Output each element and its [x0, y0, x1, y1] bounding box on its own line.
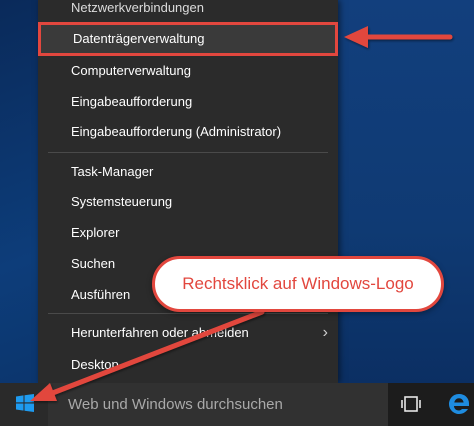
edge-browser-icon	[449, 394, 469, 414]
task-view-icon	[401, 396, 421, 412]
menu-item-label: Herunterfahren oder abmelden	[71, 325, 249, 340]
edge-browser-button[interactable]	[446, 391, 472, 422]
menu-item-desktop[interactable]: Desktop	[38, 350, 338, 380]
menu-item-control-panel[interactable]: Systemsteuerung	[38, 187, 338, 217]
search-placeholder: Web und Windows durchsuchen	[68, 396, 283, 413]
menu-item-task-manager[interactable]: Task-Manager	[38, 157, 338, 187]
menu-item-command-prompt-admin[interactable]: Eingabeaufforderung (Administrator)	[38, 117, 338, 147]
menu-item-disk-management[interactable]: Datenträgerverwaltung	[38, 22, 338, 56]
menu-item-explorer[interactable]: Explorer	[38, 218, 338, 248]
desktop-wallpaper	[338, 0, 474, 383]
menu-item-computer-management[interactable]: Computerverwaltung	[38, 56, 338, 86]
menu-separator	[48, 313, 328, 314]
windows-logo-icon	[16, 394, 34, 412]
taskbar: Web und Windows durchsuchen	[0, 383, 474, 426]
start-button[interactable]	[0, 383, 48, 426]
menu-item-shutdown-signout[interactable]: Herunterfahren oder abmelden ›	[38, 318, 338, 348]
menu-separator	[48, 152, 328, 153]
winx-context-menu: Netzwerkverbindungen Datenträgerverwaltu…	[38, 0, 338, 383]
menu-item-command-prompt[interactable]: Eingabeaufforderung	[38, 87, 338, 117]
menu-item-network-connections[interactable]: Netzwerkverbindungen	[38, 0, 338, 23]
search-box[interactable]: Web und Windows durchsuchen	[48, 383, 388, 426]
annotation-callout: Rechtsklick auf Windows-Logo	[152, 256, 444, 312]
task-view-button[interactable]	[400, 395, 422, 418]
chevron-right-icon: ›	[322, 324, 328, 341]
